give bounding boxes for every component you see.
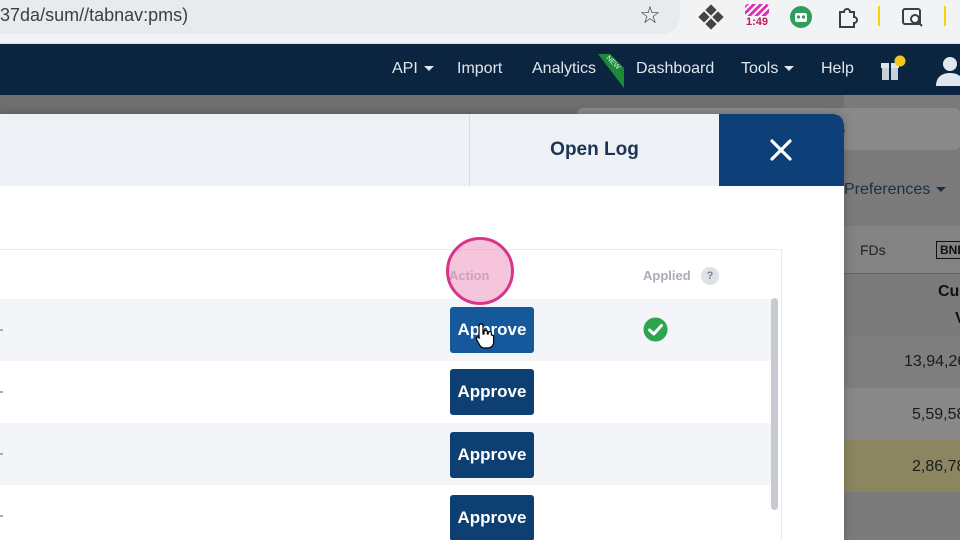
- chevron-down-icon: [784, 66, 795, 72]
- approve-button[interactable]: Approve: [450, 369, 534, 415]
- extension-puzzle-x-icon[interactable]: [698, 4, 724, 30]
- table-header: Action Applied ?: [0, 249, 782, 299]
- background-value: 13,94,26: [904, 353, 960, 370]
- column-header-applied: Applied: [643, 268, 691, 283]
- background-preferences-menu: PreferencesF: [844, 181, 960, 199]
- extension-timer-icon[interactable]: 1:49: [742, 2, 772, 32]
- close-icon: [770, 139, 792, 161]
- nav-item-analytics[interactable]: Analytics: [532, 60, 596, 78]
- approve-button[interactable]: Approve: [450, 495, 534, 540]
- nav-item-dashboard[interactable]: Dashboard: [636, 60, 714, 78]
- background-column-header: Cu: [938, 283, 960, 300]
- nav-item-tools[interactable]: Tools: [741, 60, 795, 78]
- table-scrollbar[interactable]: [771, 298, 778, 510]
- tab-search-icon[interactable]: [900, 4, 926, 30]
- help-icon[interactable]: ?: [701, 267, 719, 285]
- approve-button[interactable]: Approve: [450, 432, 534, 478]
- address-bar[interactable]: o437da/sum//tabnav:pms): [0, 0, 680, 34]
- bookmark-star-icon[interactable]: ☆: [636, 2, 664, 30]
- background-tab-bnd: BND: [936, 241, 960, 259]
- modal-header: Open Log: [0, 114, 844, 186]
- hand-pointer-icon: [475, 323, 495, 349]
- app-top-nav: API Import Analytics Dashboard Tools Hel…: [0, 44, 960, 95]
- table-row: Approve: [0, 485, 772, 540]
- browser-toolbar: o437da/sum//tabnav:pms) ☆ 1:49: [0, 0, 960, 44]
- chevron-down-icon: [936, 187, 947, 193]
- extension-robot-icon[interactable]: [788, 4, 814, 30]
- new-ribbon-badge: NEW: [598, 54, 624, 88]
- background-value: 2,86,78: [912, 458, 960, 475]
- table-row: Approve: [0, 299, 772, 361]
- toolbar-divider: [878, 6, 880, 26]
- background-value: 5,59,58: [912, 406, 960, 423]
- nav-item-help[interactable]: Help: [821, 60, 854, 78]
- table-row: Approve: [0, 423, 772, 485]
- column-header-action: Action: [449, 268, 490, 283]
- extensions-puzzle-icon[interactable]: [834, 4, 860, 30]
- close-button[interactable]: [719, 114, 844, 186]
- toolbar-divider: [944, 6, 946, 26]
- background-tab-fds: FDs: [860, 242, 886, 258]
- nav-item-api[interactable]: API: [392, 60, 434, 78]
- modal-dialog: Open Log Action Applied ? Approve Approv…: [0, 114, 844, 540]
- chevron-down-icon: [423, 66, 434, 72]
- gift-icon[interactable]: [878, 55, 906, 83]
- nav-item-import[interactable]: Import: [457, 60, 502, 78]
- url-text[interactable]: o437da/sum//tabnav:pms): [0, 5, 188, 26]
- table-row: Approve: [0, 361, 772, 423]
- background-column-header: V: [955, 310, 960, 328]
- user-avatar-icon[interactable]: [930, 50, 960, 90]
- applied-check-icon: [643, 317, 668, 342]
- open-log-button[interactable]: Open Log: [469, 114, 719, 186]
- approval-table: Action Applied ? Approve Approve Approve…: [0, 249, 782, 540]
